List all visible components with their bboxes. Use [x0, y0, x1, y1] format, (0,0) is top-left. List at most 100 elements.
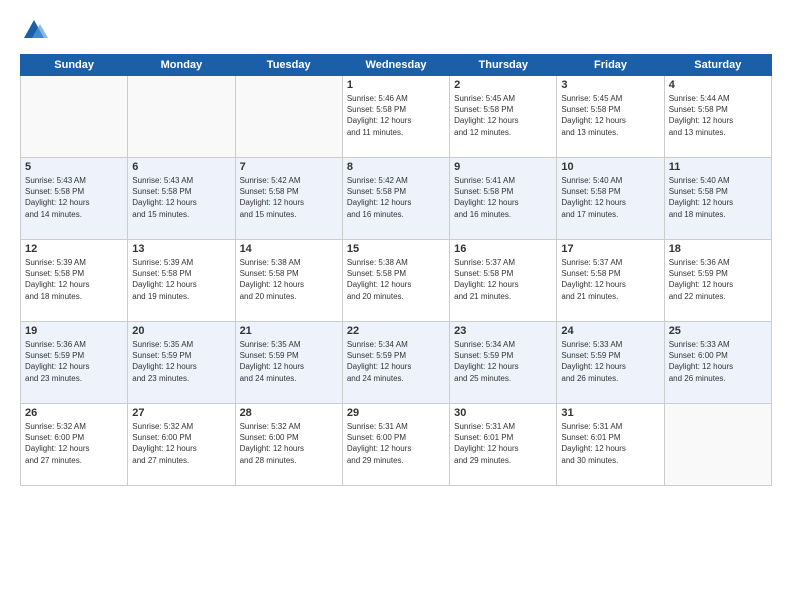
day-info: Sunrise: 5:33 AM Sunset: 5:59 PM Dayligh… — [561, 339, 659, 384]
calendar-cell: 6 Sunrise: 5:43 AM Sunset: 5:58 PM Daylig… — [128, 158, 235, 240]
calendar-cell: 14 Sunrise: 5:38 AM Sunset: 5:58 PM Dayli… — [235, 240, 342, 322]
day-info: Sunrise: 5:35 AM Sunset: 5:59 PM Dayligh… — [132, 339, 230, 384]
day-number: 15 — [347, 243, 445, 255]
day-number: 2 — [454, 79, 552, 91]
day-info: Sunrise: 5:34 AM Sunset: 5:59 PM Dayligh… — [347, 339, 445, 384]
day-info: Sunrise: 5:37 AM Sunset: 5:58 PM Dayligh… — [561, 257, 659, 302]
day-number: 24 — [561, 325, 659, 337]
day-number: 22 — [347, 325, 445, 337]
day-info: Sunrise: 5:42 AM Sunset: 5:58 PM Dayligh… — [347, 175, 445, 220]
day-number: 18 — [669, 243, 767, 255]
logo-icon — [20, 16, 48, 44]
day-number: 3 — [561, 79, 659, 91]
day-info: Sunrise: 5:45 AM Sunset: 5:58 PM Dayligh… — [561, 93, 659, 138]
day-info: Sunrise: 5:40 AM Sunset: 5:58 PM Dayligh… — [669, 175, 767, 220]
day-number: 9 — [454, 161, 552, 173]
weekday-header-sunday: Sunday — [21, 55, 128, 76]
day-number: 4 — [669, 79, 767, 91]
day-info: Sunrise: 5:39 AM Sunset: 5:58 PM Dayligh… — [25, 257, 123, 302]
day-number: 1 — [347, 79, 445, 91]
day-number: 14 — [240, 243, 338, 255]
calendar-cell: 12Sunrise: 5:39 AM Sunset: 5:58 PM Dayli… — [21, 240, 128, 322]
day-info: Sunrise: 5:31 AM Sunset: 6:00 PM Dayligh… — [347, 421, 445, 466]
day-number: 31 — [561, 407, 659, 419]
calendar-cell: 13 Sunrise: 5:39 AM Sunset: 5:58 PM Dayli… — [128, 240, 235, 322]
day-info: Sunrise: 5:43 AM Sunset: 5:58 PM Dayligh… — [132, 175, 230, 220]
calendar-cell: 16Sunrise: 5:37 AM Sunset: 5:58 PM Dayli… — [450, 240, 557, 322]
calendar-cell: 19Sunrise: 5:36 AM Sunset: 5:59 PM Dayli… — [21, 322, 128, 404]
day-number: 25 — [669, 325, 767, 337]
day-info: Sunrise: 5:33 AM Sunset: 6:00 PM Dayligh… — [669, 339, 767, 384]
page: SundayMondayTuesdayWednesdayThursdayFrid… — [0, 0, 792, 612]
calendar-cell: 31Sunrise: 5:31 AM Sunset: 6:01 PM Dayli… — [557, 404, 664, 486]
day-number: 16 — [454, 243, 552, 255]
day-number: 6 — [132, 161, 230, 173]
calendar-week-row: 5 Sunrise: 5:43 AM Sunset: 5:58 PM Daylig… — [21, 158, 772, 240]
weekday-header-tuesday: Tuesday — [235, 55, 342, 76]
calendar-week-row: 19Sunrise: 5:36 AM Sunset: 5:59 PM Dayli… — [21, 322, 772, 404]
calendar-cell: 9 Sunrise: 5:41 AM Sunset: 5:58 PM Daylig… — [450, 158, 557, 240]
calendar-cell: 29 Sunrise: 5:31 AM Sunset: 6:00 PM Dayli… — [342, 404, 449, 486]
calendar: SundayMondayTuesdayWednesdayThursdayFrid… — [20, 54, 772, 486]
calendar-cell: 4 Sunrise: 5:44 AM Sunset: 5:58 PM Daylig… — [664, 76, 771, 158]
day-info: Sunrise: 5:38 AM Sunset: 5:58 PM Dayligh… — [240, 257, 338, 302]
calendar-cell: 8Sunrise: 5:42 AM Sunset: 5:58 PM Daylig… — [342, 158, 449, 240]
day-number: 29 — [347, 407, 445, 419]
calendar-cell — [21, 76, 128, 158]
day-info: Sunrise: 5:39 AM Sunset: 5:58 PM Dayligh… — [132, 257, 230, 302]
calendar-cell: 18 Sunrise: 5:36 AM Sunset: 5:59 PM Dayli… — [664, 240, 771, 322]
day-info: Sunrise: 5:38 AM Sunset: 5:58 PM Dayligh… — [347, 257, 445, 302]
day-info: Sunrise: 5:35 AM Sunset: 5:59 PM Dayligh… — [240, 339, 338, 384]
calendar-cell: 24 Sunrise: 5:33 AM Sunset: 5:59 PM Dayli… — [557, 322, 664, 404]
calendar-cell: 20 Sunrise: 5:35 AM Sunset: 5:59 PM Dayli… — [128, 322, 235, 404]
day-number: 20 — [132, 325, 230, 337]
day-info: Sunrise: 5:32 AM Sunset: 6:00 PM Dayligh… — [25, 421, 123, 466]
calendar-cell — [128, 76, 235, 158]
weekday-header-row: SundayMondayTuesdayWednesdayThursdayFrid… — [21, 55, 772, 76]
day-info: Sunrise: 5:41 AM Sunset: 5:58 PM Dayligh… — [454, 175, 552, 220]
day-number: 11 — [669, 161, 767, 173]
calendar-cell: 22 Sunrise: 5:34 AM Sunset: 5:59 PM Dayli… — [342, 322, 449, 404]
calendar-cell: 30Sunrise: 5:31 AM Sunset: 6:01 PM Dayli… — [450, 404, 557, 486]
calendar-cell: 25 Sunrise: 5:33 AM Sunset: 6:00 PM Dayli… — [664, 322, 771, 404]
day-info: Sunrise: 5:46 AM Sunset: 5:58 PM Dayligh… — [347, 93, 445, 138]
calendar-week-row: 1 Sunrise: 5:46 AM Sunset: 5:58 PM Daylig… — [21, 76, 772, 158]
calendar-cell: 26Sunrise: 5:32 AM Sunset: 6:00 PM Dayli… — [21, 404, 128, 486]
day-number: 5 — [25, 161, 123, 173]
day-info: Sunrise: 5:32 AM Sunset: 6:00 PM Dayligh… — [132, 421, 230, 466]
day-number: 27 — [132, 407, 230, 419]
calendar-cell: 1 Sunrise: 5:46 AM Sunset: 5:58 PM Daylig… — [342, 76, 449, 158]
calendar-cell: 17Sunrise: 5:37 AM Sunset: 5:58 PM Dayli… — [557, 240, 664, 322]
calendar-cell: 3 Sunrise: 5:45 AM Sunset: 5:58 PM Daylig… — [557, 76, 664, 158]
logo — [20, 16, 52, 44]
day-info: Sunrise: 5:36 AM Sunset: 5:59 PM Dayligh… — [669, 257, 767, 302]
day-info: Sunrise: 5:42 AM Sunset: 5:58 PM Dayligh… — [240, 175, 338, 220]
day-number: 13 — [132, 243, 230, 255]
calendar-cell: 10Sunrise: 5:40 AM Sunset: 5:58 PM Dayli… — [557, 158, 664, 240]
day-number: 7 — [240, 161, 338, 173]
weekday-header-saturday: Saturday — [664, 55, 771, 76]
day-number: 21 — [240, 325, 338, 337]
day-number: 28 — [240, 407, 338, 419]
day-info: Sunrise: 5:43 AM Sunset: 5:58 PM Dayligh… — [25, 175, 123, 220]
day-info: Sunrise: 5:36 AM Sunset: 5:59 PM Dayligh… — [25, 339, 123, 384]
day-info: Sunrise: 5:45 AM Sunset: 5:58 PM Dayligh… — [454, 93, 552, 138]
calendar-week-row: 12Sunrise: 5:39 AM Sunset: 5:58 PM Dayli… — [21, 240, 772, 322]
calendar-cell: 11 Sunrise: 5:40 AM Sunset: 5:58 PM Dayli… — [664, 158, 771, 240]
weekday-header-wednesday: Wednesday — [342, 55, 449, 76]
calendar-cell: 5 Sunrise: 5:43 AM Sunset: 5:58 PM Daylig… — [21, 158, 128, 240]
calendar-cell: 15 Sunrise: 5:38 AM Sunset: 5:58 PM Dayli… — [342, 240, 449, 322]
calendar-cell: 21 Sunrise: 5:35 AM Sunset: 5:59 PM Dayli… — [235, 322, 342, 404]
weekday-header-monday: Monday — [128, 55, 235, 76]
calendar-cell — [235, 76, 342, 158]
day-info: Sunrise: 5:44 AM Sunset: 5:58 PM Dayligh… — [669, 93, 767, 138]
calendar-cell: 2 Sunrise: 5:45 AM Sunset: 5:58 PM Daylig… — [450, 76, 557, 158]
day-info: Sunrise: 5:32 AM Sunset: 6:00 PM Dayligh… — [240, 421, 338, 466]
day-info: Sunrise: 5:31 AM Sunset: 6:01 PM Dayligh… — [454, 421, 552, 466]
calendar-cell — [664, 404, 771, 486]
calendar-cell: 28 Sunrise: 5:32 AM Sunset: 6:00 PM Dayli… — [235, 404, 342, 486]
weekday-header-thursday: Thursday — [450, 55, 557, 76]
header — [20, 16, 772, 44]
calendar-cell: 23Sunrise: 5:34 AM Sunset: 5:59 PM Dayli… — [450, 322, 557, 404]
day-number: 23 — [454, 325, 552, 337]
